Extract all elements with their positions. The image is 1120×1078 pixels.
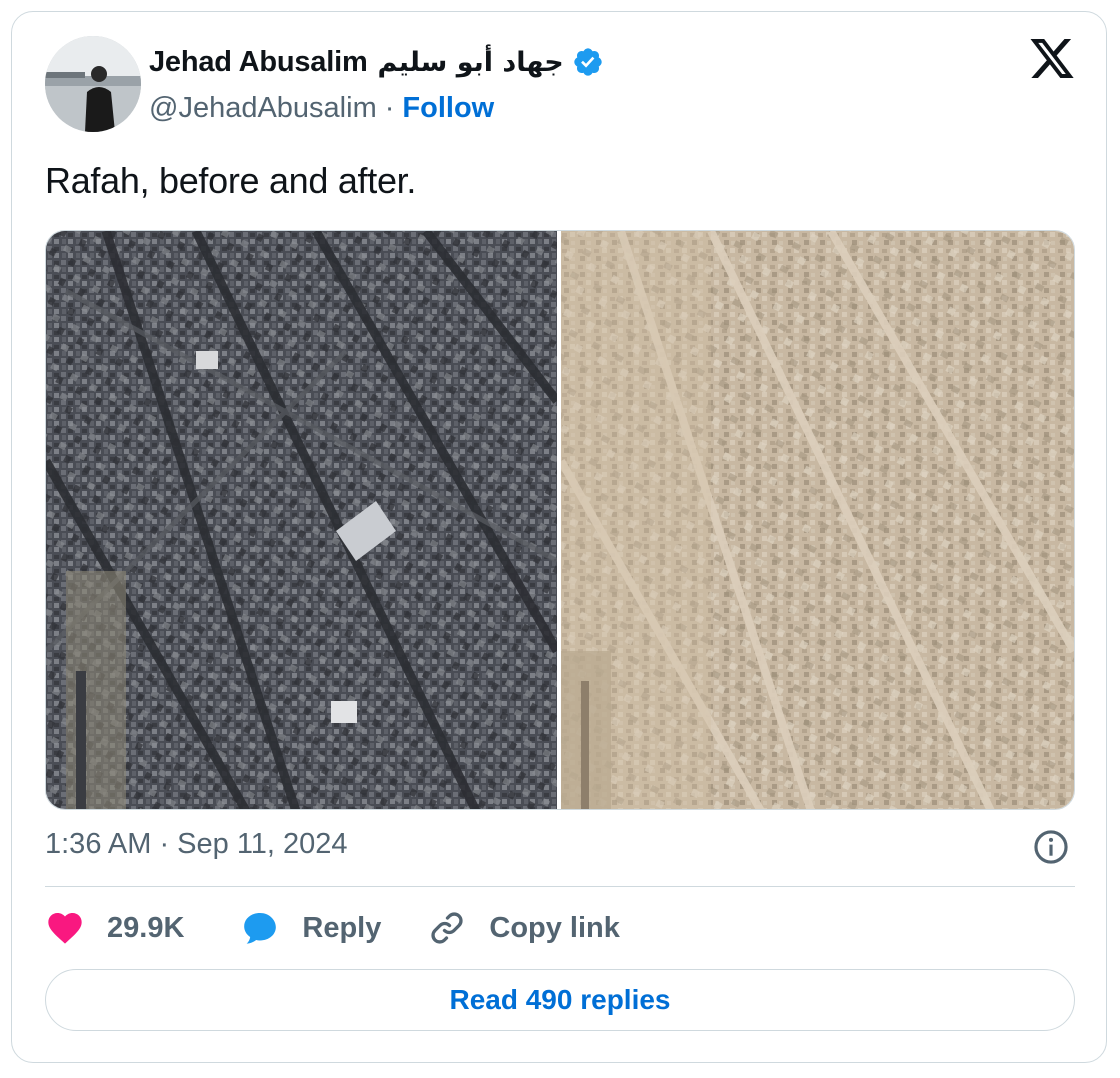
heart-icon [48, 913, 82, 944]
author-name-row: Jehad Abusalim جهاد أبو سليم [149, 42, 604, 82]
copy-link-label: Copy link [489, 911, 620, 944]
tweet-text: Rafah, before and after. [45, 160, 417, 201]
tweet-card: Jehad Abusalim جهاد أبو سليم @JehadAbusa… [11, 11, 1107, 1063]
handle-row: @JehadAbusalim · Follow [149, 88, 494, 128]
like-button[interactable]: 29.9K [45, 908, 184, 948]
author-name-arabic[interactable]: جهاد أبو سليم [378, 47, 564, 78]
reply-label: Reply [302, 911, 382, 944]
like-count: 29.9K [107, 911, 185, 944]
verified-badge-icon [574, 48, 602, 76]
reply-button[interactable]: Reply [240, 908, 381, 948]
satellite-after-image[interactable] [561, 231, 1074, 810]
timestamp[interactable]: 1:36 AM · Sep 11, 2024 [45, 828, 348, 861]
link-icon [431, 912, 463, 944]
actions-bar: 29.9K Reply Copy link [45, 908, 620, 948]
avatar-photo [45, 36, 141, 132]
info-icon[interactable] [1032, 828, 1070, 866]
x-logo-icon[interactable] [1028, 38, 1076, 84]
author-handle[interactable]: @JehadAbusalim [149, 92, 377, 125]
reply-bubble-icon [244, 913, 277, 944]
read-replies-button[interactable]: Read 490 replies [45, 969, 1075, 1031]
media-grid[interactable] [45, 230, 1075, 810]
copy-link-button[interactable]: Copy link [427, 908, 620, 948]
separator-dot: · [384, 91, 395, 124]
follow-button[interactable]: Follow [402, 92, 494, 125]
divider [45, 886, 1075, 887]
avatar[interactable] [45, 36, 141, 132]
author-name[interactable]: Jehad Abusalim [149, 46, 368, 79]
satellite-before-image[interactable] [46, 231, 557, 810]
